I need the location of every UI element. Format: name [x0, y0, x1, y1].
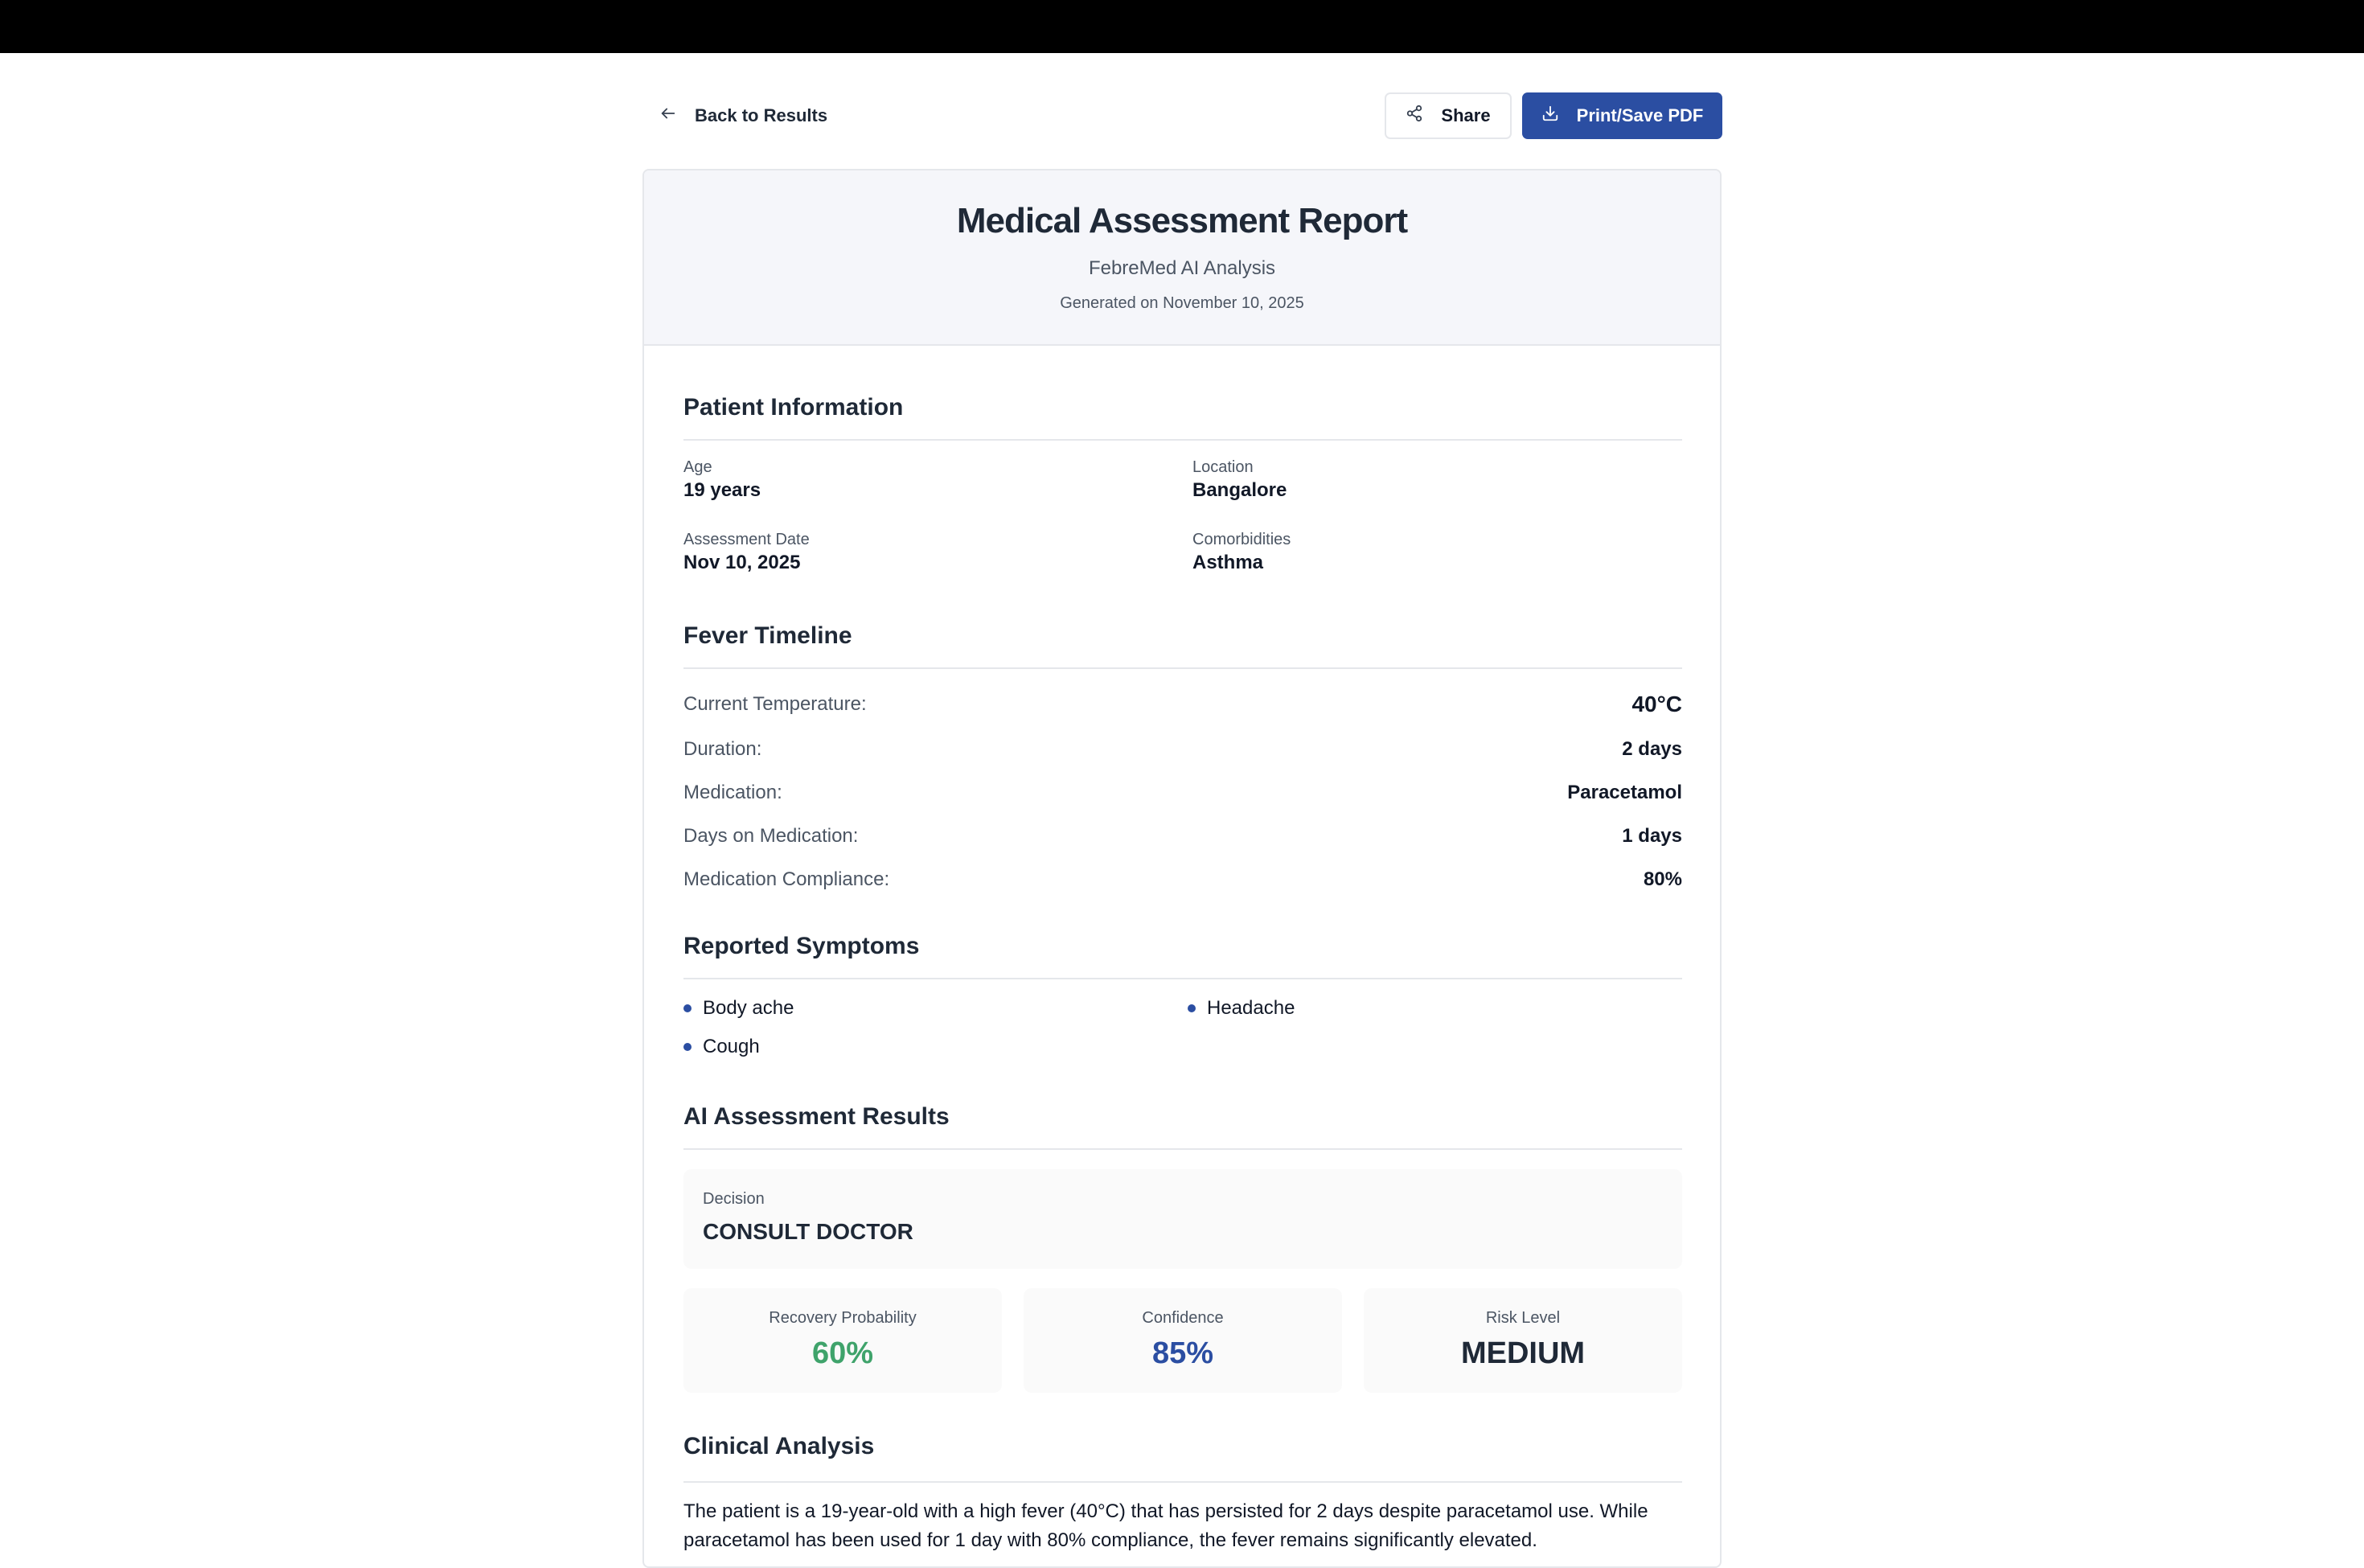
timeline-row: Current Temperature: 40°C	[683, 688, 1682, 720]
metric-value: 60%	[811, 1336, 874, 1370]
timeline-label: Medication Compliance:	[683, 868, 890, 890]
print-button-label: Print/Save PDF	[1576, 105, 1704, 125]
bullet-dot	[1188, 1004, 1196, 1012]
location-label: Location	[1192, 458, 1254, 476]
back-link-label: Back to Results	[695, 105, 828, 125]
timeline-row: Medication Compliance: 80%	[683, 864, 1682, 896]
arrow-left-icon	[659, 105, 677, 127]
decision-value: CONSULT DOCTOR	[703, 1219, 913, 1244]
age-label: Age	[683, 458, 712, 476]
comorbidities-label: Comorbidities	[1192, 531, 1291, 548]
assessment-date-value: Nov 10, 2025	[683, 552, 801, 573]
ai-assessment-heading: AI Assessment Results	[683, 1103, 1682, 1150]
clinical-analysis-text: The patient is a 19-year-old with a high…	[683, 1500, 1648, 1551]
symptom-item: Cough	[683, 1036, 760, 1058]
symptom-item: Headache	[1188, 997, 1295, 1020]
report-generated-date: Generated on November 10, 2025	[1060, 294, 1304, 312]
metric-label: Confidence	[1142, 1309, 1224, 1327]
timeline-row: Medication: Paracetamol	[683, 777, 1682, 809]
metric-value: MEDIUM	[1460, 1336, 1586, 1370]
report-title: Medical Assessment Report	[956, 201, 1408, 240]
symptom-label: Headache	[1207, 997, 1295, 1019]
timeline-label: Medication:	[683, 782, 782, 803]
metric-label: Risk Level	[1485, 1309, 1561, 1327]
report-toolbar: Back to Results Share Print/Save PDF	[643, 90, 1722, 142]
timeline-row: Days on Medication: 1 days	[683, 820, 1682, 852]
confidence-card: Confidence 85%	[1024, 1288, 1342, 1393]
timeline-row: Duration: 2 days	[683, 733, 1682, 766]
metric-label: Recovery Probability	[769, 1309, 917, 1327]
back-to-results-link[interactable]: Back to Results	[659, 90, 827, 142]
reported-symptoms-heading: Reported Symptoms	[683, 933, 1682, 979]
report-header: Medical Assessment Report FebreMed AI An…	[644, 170, 1720, 346]
timeline-label: Days on Medication:	[683, 825, 859, 847]
decision-label: Decision	[703, 1190, 765, 1208]
report-subtitle: FebreMed AI Analysis	[1088, 257, 1276, 279]
symptom-label: Body ache	[703, 997, 794, 1019]
decision-box: Decision CONSULT DOCTOR	[683, 1169, 1682, 1269]
symptom-item: Body ache	[683, 997, 794, 1020]
timeline-value: 1 days	[1622, 825, 1682, 847]
share-icon	[1406, 105, 1423, 127]
location-value: Bangalore	[1192, 479, 1287, 501]
recovery-probability-card: Recovery Probability 60%	[683, 1288, 1002, 1393]
download-icon	[1541, 105, 1559, 127]
timeline-label: Current Temperature:	[683, 693, 867, 715]
print-save-pdf-button[interactable]: Print/Save PDF	[1522, 92, 1722, 139]
timeline-value: 80%	[1643, 868, 1682, 890]
report-card: Medical Assessment Report FebreMed AI An…	[642, 169, 1722, 1568]
timeline-value: Paracetamol	[1567, 782, 1682, 803]
timeline-value: 40°C	[1631, 692, 1682, 716]
timeline-label: Duration:	[683, 738, 762, 760]
assessment-date-label: Assessment Date	[683, 531, 810, 548]
share-button[interactable]: Share	[1385, 92, 1512, 139]
comorbidities-value: Asthma	[1192, 552, 1264, 573]
patient-information-heading: Patient Information	[683, 394, 1682, 441]
metric-value: 85%	[1151, 1336, 1214, 1370]
fever-timeline-heading: Fever Timeline	[683, 622, 1682, 669]
top-black-bar	[0, 0, 2364, 53]
symptom-label: Cough	[703, 1036, 760, 1057]
bullet-dot	[683, 1043, 692, 1051]
bullet-dot	[683, 1004, 692, 1012]
risk-level-card: Risk Level MEDIUM	[1364, 1288, 1682, 1393]
timeline-value: 2 days	[1622, 738, 1682, 760]
age-value: 19 years	[683, 479, 761, 501]
share-button-label: Share	[1441, 105, 1491, 125]
clinical-analysis-heading: Clinical Analysis	[683, 1433, 1682, 1483]
